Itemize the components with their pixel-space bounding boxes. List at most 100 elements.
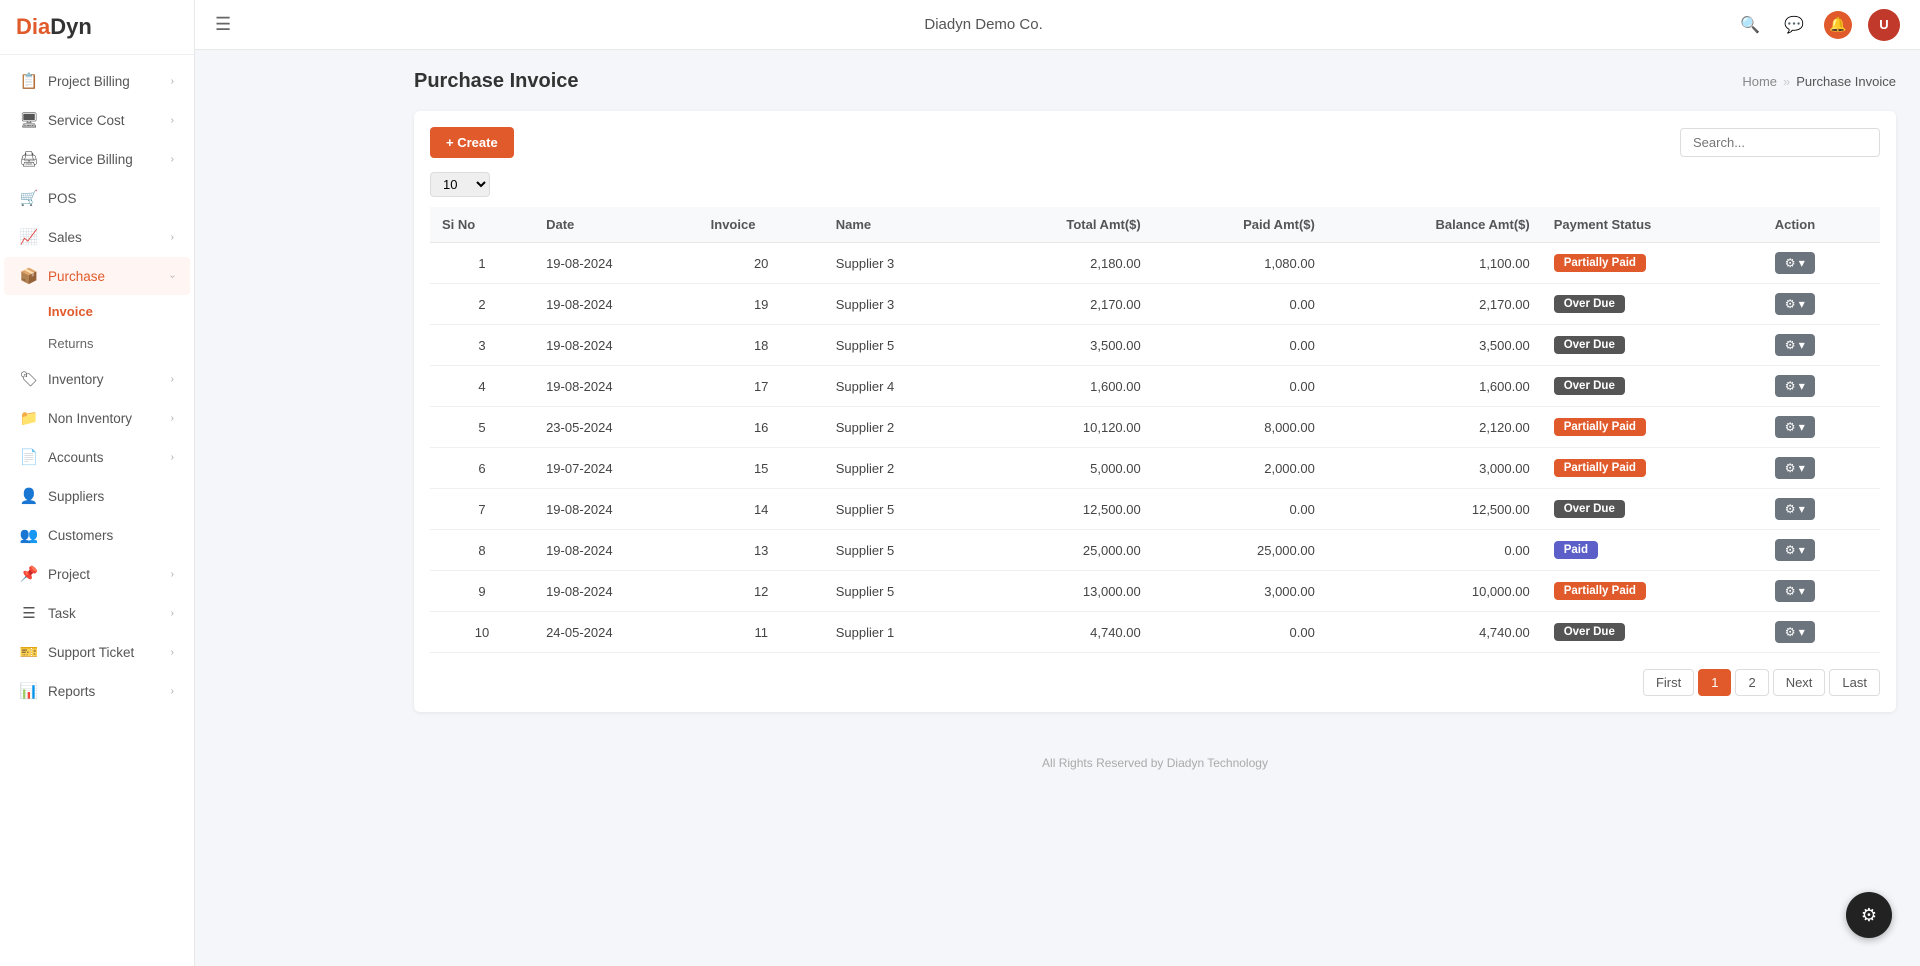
sidebar-sub-item-invoice[interactable]: Invoice [4, 296, 190, 327]
logo-dyn: Dyn [50, 14, 92, 39]
sidebar-item-project[interactable]: 📌 Project › [4, 555, 190, 593]
breadcrumb-current: Purchase Invoice [1796, 74, 1896, 89]
notification-icon[interactable]: 🔔 [1824, 11, 1852, 39]
table-row: 1024-05-202411Supplier 14,740.000.004,74… [430, 612, 1880, 653]
chevron-icon-reports: › [171, 686, 174, 697]
table-toolbar: + Create [430, 127, 1880, 158]
per-page-select[interactable]: 102550100 [430, 172, 490, 197]
cell-0: 6 [430, 448, 534, 489]
avatar[interactable]: U [1868, 9, 1900, 41]
page-btn-2[interactable]: 2 [1735, 669, 1768, 696]
cell-6: 3,500.00 [1327, 325, 1542, 366]
page-title: Purchase Invoice [414, 70, 579, 93]
cell-5: 8,000.00 [1153, 407, 1327, 448]
status-badge: Paid [1554, 541, 1598, 559]
sidebar: DiaDyn 📋 Project Billing › 🖥 Service Cos… [0, 0, 195, 966]
search-input[interactable] [1680, 128, 1880, 157]
hamburger-icon[interactable]: ☰ [215, 14, 231, 35]
action-button[interactable]: ⚙ ▾ [1775, 580, 1815, 602]
cell-2: 15 [699, 448, 824, 489]
action-button[interactable]: ⚙ ▾ [1775, 375, 1815, 397]
col-header-8: Action [1763, 207, 1880, 243]
status-badge: Over Due [1554, 500, 1625, 518]
sidebar-label-non-inventory: Non Inventory [48, 411, 132, 426]
create-button[interactable]: + Create [430, 127, 514, 158]
sidebar-item-non-inventory[interactable]: 📁 Non Inventory › [4, 399, 190, 437]
cell-5: 0.00 [1153, 284, 1327, 325]
sidebar-sub-item-returns[interactable]: Returns [4, 328, 190, 359]
cell-6: 12,500.00 [1327, 489, 1542, 530]
sidebar-item-pos[interactable]: 🛒 POS [4, 179, 190, 217]
status-badge: Over Due [1554, 623, 1625, 641]
cell-3: Supplier 3 [824, 284, 974, 325]
sidebar-item-inventory[interactable]: 🏷 Inventory › [4, 360, 190, 398]
sidebar-label-project-billing: Project Billing [48, 74, 130, 89]
cell-4: 25,000.00 [974, 530, 1153, 571]
task-icon: ☰ [20, 604, 38, 622]
next-page-btn[interactable]: Next [1773, 669, 1826, 696]
cell-5: 25,000.00 [1153, 530, 1327, 571]
sidebar-item-customers[interactable]: 👥 Customers [4, 516, 190, 554]
topbar-actions: 🔍 💬 🔔 U [1736, 9, 1900, 41]
sidebar-item-accounts[interactable]: 📄 Accounts › [4, 438, 190, 476]
action-button[interactable]: ⚙ ▾ [1775, 252, 1815, 274]
sidebar-label-service-cost: Service Cost [48, 113, 125, 128]
sidebar-item-service-cost[interactable]: 🖥 Service Cost › [4, 101, 190, 139]
cell-5: 1,080.00 [1153, 243, 1327, 284]
col-header-4: Total Amt($) [974, 207, 1153, 243]
cell-6: 1,600.00 [1327, 366, 1542, 407]
cell-3: Supplier 4 [824, 366, 974, 407]
table-row: 219-08-202419Supplier 32,170.000.002,170… [430, 284, 1880, 325]
search-icon[interactable]: 🔍 [1736, 11, 1764, 39]
first-page-btn[interactable]: First [1643, 669, 1694, 696]
table-row: 319-08-202418Supplier 53,500.000.003,500… [430, 325, 1880, 366]
chevron-icon-non-inventory: › [171, 413, 174, 424]
col-header-5: Paid Amt($) [1153, 207, 1327, 243]
action-button[interactable]: ⚙ ▾ [1775, 621, 1815, 643]
cell-6: 2,170.00 [1327, 284, 1542, 325]
chevron-icon-project-billing: › [171, 76, 174, 87]
cell-0: 3 [430, 325, 534, 366]
logo: DiaDyn [0, 0, 194, 55]
cell-4: 2,180.00 [974, 243, 1153, 284]
col-header-7: Payment Status [1542, 207, 1763, 243]
sidebar-item-project-billing[interactable]: 📋 Project Billing › [4, 62, 190, 100]
page-btn-1[interactable]: 1 [1698, 669, 1731, 696]
sidebar-label-pos: POS [48, 191, 77, 206]
accounts-icon: 📄 [20, 448, 38, 466]
table-row: 523-05-202416Supplier 210,120.008,000.00… [430, 407, 1880, 448]
action-button[interactable]: ⚙ ▾ [1775, 457, 1815, 479]
sidebar-item-purchase[interactable]: 📦 Purchase › [4, 257, 190, 295]
cell-5: 0.00 [1153, 612, 1327, 653]
chevron-icon-support-ticket: › [171, 647, 174, 658]
service-cost-icon: 🖥 [20, 111, 38, 129]
breadcrumb-home[interactable]: Home [1742, 74, 1777, 89]
chevron-icon-accounts: › [171, 452, 174, 463]
action-button[interactable]: ⚙ ▾ [1775, 498, 1815, 520]
sidebar-item-support-ticket[interactable]: 🎫 Support Ticket › [4, 633, 190, 671]
project-icon: 📌 [20, 565, 38, 583]
sidebar-item-task[interactable]: ☰ Task › [4, 594, 190, 632]
chat-icon[interactable]: 💬 [1780, 11, 1808, 39]
action-button[interactable]: ⚙ ▾ [1775, 334, 1815, 356]
sidebar-item-reports[interactable]: 📊 Reports › [4, 672, 190, 710]
sidebar-item-sales[interactable]: 📈 Sales › [4, 218, 190, 256]
status-badge: Partially Paid [1554, 459, 1646, 477]
purchase-icon: 📦 [20, 267, 38, 285]
cell-6: 1,100.00 [1327, 243, 1542, 284]
col-header-0: Si No [430, 207, 534, 243]
invoice-table: Si NoDateInvoiceNameTotal Amt($)Paid Amt… [430, 207, 1880, 653]
action-button[interactable]: ⚙ ▾ [1775, 539, 1815, 561]
cell-5: 2,000.00 [1153, 448, 1327, 489]
action-button[interactable]: ⚙ ▾ [1775, 416, 1815, 438]
last-page-btn[interactable]: Last [1829, 669, 1880, 696]
settings-fab[interactable]: ⚙ [1846, 892, 1892, 938]
sidebar-item-service-billing[interactable]: 🖨 Service Billing › [4, 140, 190, 178]
cell-2: 19 [699, 284, 824, 325]
cell-3: Supplier 5 [824, 325, 974, 366]
cell-2: 11 [699, 612, 824, 653]
action-button[interactable]: ⚙ ▾ [1775, 293, 1815, 315]
sidebar-item-suppliers[interactable]: 👤 Suppliers [4, 477, 190, 515]
status-badge: Partially Paid [1554, 582, 1646, 600]
cell-6: 3,000.00 [1327, 448, 1542, 489]
